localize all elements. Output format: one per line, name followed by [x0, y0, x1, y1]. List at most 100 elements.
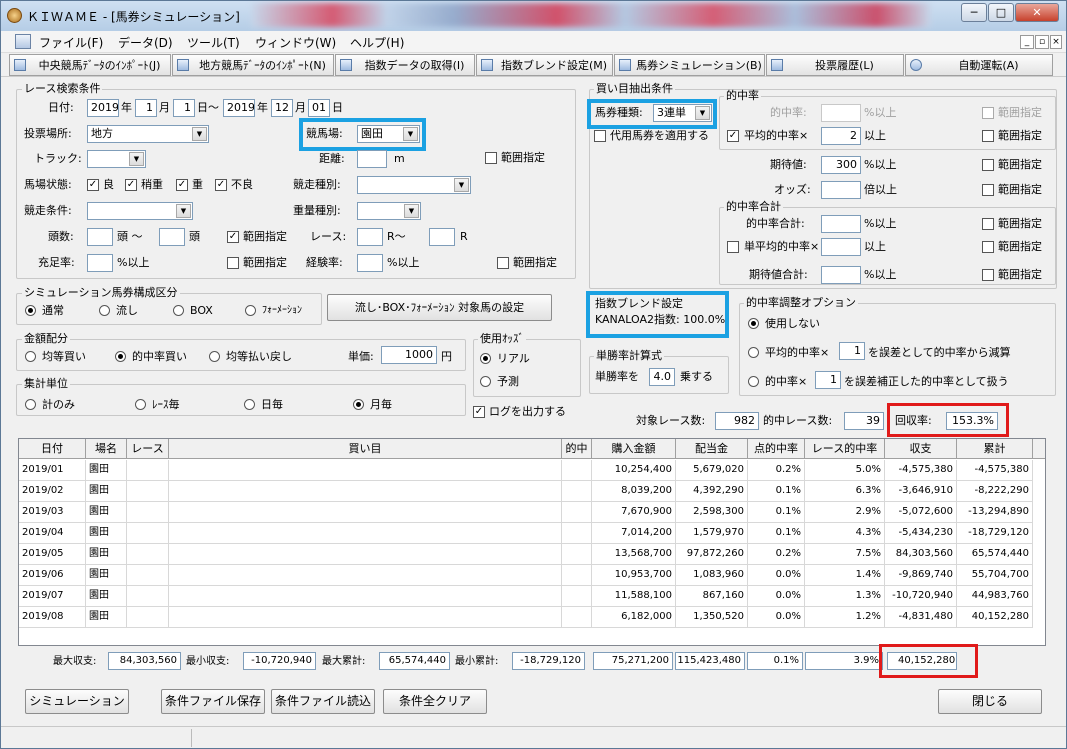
sim-nagashi-radio[interactable] — [99, 305, 110, 316]
mdi-restore-button[interactable]: ▫ — [1035, 35, 1049, 49]
heads-from-input[interactable] — [87, 228, 113, 246]
table-row[interactable]: 2019/04 園田 7,014,200 1,579,970 0.1% 4.3% -5,43… — [19, 523, 1033, 544]
condition-slightly-heavy-checkbox[interactable]: ✓ — [125, 179, 137, 191]
distance-range-checkbox[interactable] — [485, 152, 497, 164]
avg-hit-rate-input[interactable]: 2 — [821, 127, 861, 145]
table-row[interactable]: 2019/08 園田 6,182,000 1,350,520 0.0% 1.2% -4,83… — [19, 607, 1033, 628]
heads-to-input[interactable] — [159, 228, 185, 246]
substitute-ticket-checkbox[interactable] — [594, 130, 606, 142]
import-local-button[interactable]: 地方競馬ﾃﾞｰﾀのｲﾝﾎﾟｰﾄ(N) — [172, 54, 334, 76]
target-horse-settings-button[interactable]: 流し･BOX･ﾌｫｰﾒｰｼｮﾝ 対象馬の設定 — [327, 294, 552, 321]
race-to-input[interactable] — [429, 228, 455, 246]
auto-run-button[interactable]: 自動運転(A) — [905, 54, 1053, 76]
condition-heavy-checkbox[interactable]: ✓ — [176, 179, 188, 191]
table-row[interactable]: 2019/06 園田 10,953,700 1,083,960 0.0% 1.4% -9,8… — [19, 565, 1033, 586]
experience-range-checkbox[interactable] — [497, 257, 509, 269]
col-venue[interactable]: 場名 — [86, 439, 127, 459]
single-avg-range-checkbox[interactable] — [982, 241, 994, 253]
close-window-button[interactable]: ✕ — [1015, 3, 1059, 22]
sim-box-radio[interactable] — [173, 305, 184, 316]
track-name-select[interactable]: 園田 ▼ — [357, 125, 420, 143]
hit-rate-input[interactable] — [821, 104, 861, 122]
expected-total-range-checkbox[interactable] — [982, 269, 994, 281]
to-year-input[interactable]: 2019 — [223, 99, 255, 117]
heads-range-checkbox[interactable]: ✓ — [227, 231, 239, 243]
menu-data[interactable]: データ(D) — [118, 34, 173, 51]
agg-total-radio[interactable] — [25, 399, 36, 410]
vote-history-button[interactable]: 投票履歴(L) — [766, 54, 904, 76]
adjust-correct-input[interactable]: 1 — [815, 371, 841, 389]
track-select[interactable]: ▼ — [87, 150, 146, 168]
blend-settings-button[interactable]: 指数ブレンド設定(M) — [476, 54, 613, 76]
money-hitrate-radio[interactable] — [115, 351, 126, 362]
col-cumulative[interactable]: 累計 — [957, 439, 1033, 459]
weight-type-select[interactable]: ▼ — [357, 202, 421, 220]
single-calc-input[interactable]: 4.0 — [649, 368, 675, 386]
avg-hit-rate-checkbox[interactable]: ✓ — [727, 130, 739, 142]
save-conditions-button[interactable]: 条件ファイル保存 — [161, 689, 265, 714]
distance-input[interactable] — [357, 150, 387, 168]
col-bets[interactable]: 買い目 — [169, 439, 562, 459]
col-balance[interactable]: 収支 — [885, 439, 957, 459]
agg-day-radio[interactable] — [244, 399, 255, 410]
results-table[interactable]: 日付 場名 レース 買い目 的中 購入金額 配当金 点的中率 レース的中率 収支… — [18, 438, 1046, 646]
to-day-input[interactable]: 01 — [308, 99, 330, 117]
to-month-input[interactable]: 12 — [271, 99, 293, 117]
table-row[interactable]: 2019/07 園田 11,588,100 867,160 0.0% 1.3% -10,72… — [19, 586, 1033, 607]
adjust-subtract-radio[interactable] — [748, 347, 759, 358]
expected-value-input[interactable]: 300 — [821, 156, 861, 174]
adjust-none-radio[interactable] — [748, 318, 759, 329]
agg-race-radio[interactable] — [135, 399, 146, 410]
experience-input[interactable] — [357, 254, 383, 272]
odds-predict-radio[interactable] — [480, 376, 491, 387]
bet-simulation-button[interactable]: 馬券シミュレーション(B) — [614, 54, 765, 76]
simulate-button[interactable]: シミュレーション — [25, 689, 129, 714]
avg-hit-range-checkbox[interactable] — [982, 130, 994, 142]
menu-window[interactable]: ウィンドウ(W) — [255, 34, 336, 51]
odds-range-checkbox[interactable] — [982, 184, 994, 196]
close-button[interactable]: 閉じる — [938, 689, 1042, 714]
hit-total-input[interactable] — [821, 215, 861, 233]
col-race[interactable]: レース — [127, 439, 169, 459]
money-payout-radio[interactable] — [209, 351, 220, 362]
sim-normal-radio[interactable] — [25, 305, 36, 316]
menu-help[interactable]: ヘルプ(H) — [350, 34, 404, 51]
load-conditions-button[interactable]: 条件ファイル読込 — [271, 689, 375, 714]
maximize-button[interactable]: □ — [988, 3, 1014, 22]
col-purchase[interactable]: 購入金額 — [592, 439, 676, 459]
fill-range-checkbox[interactable] — [227, 257, 239, 269]
menu-file[interactable]: ファイル(F) — [39, 34, 103, 51]
mdi-minimize-button[interactable]: _ — [1020, 35, 1034, 49]
table-row[interactable]: 2019/03 園田 7,670,900 2,598,300 0.1% 2.9% -5,07… — [19, 502, 1033, 523]
single-avg-checkbox[interactable] — [727, 241, 739, 253]
race-condition-select[interactable]: ▼ — [87, 202, 193, 220]
table-row[interactable]: 2019/02 園田 8,039,200 4,392,290 0.1% 6.3% -3,64… — [19, 481, 1033, 502]
single-avg-input[interactable] — [821, 238, 861, 256]
fetch-index-button[interactable]: 指数データの取得(I) — [335, 54, 475, 76]
col-point-rate[interactable]: 点的中率 — [748, 439, 805, 459]
race-type-select[interactable]: ▼ — [357, 176, 471, 194]
condition-bad-checkbox[interactable]: ✓ — [215, 179, 227, 191]
clear-conditions-button[interactable]: 条件全クリア — [383, 689, 487, 714]
ticket-type-select[interactable]: 3連単 ▼ — [653, 104, 712, 122]
adjust-subtract-input[interactable]: 1 — [839, 342, 865, 360]
race-from-input[interactable] — [357, 228, 383, 246]
agg-month-radio[interactable] — [353, 399, 364, 410]
col-race-rate[interactable]: レース的中率 — [805, 439, 885, 459]
odds-real-radio[interactable] — [480, 353, 491, 364]
menu-tools[interactable]: ツール(T) — [187, 34, 240, 51]
table-row[interactable]: 2019/05 園田 13,568,700 97,872,260 0.2% 7.5% 84,… — [19, 544, 1033, 565]
from-day-input[interactable]: 1 — [173, 99, 195, 117]
sim-formation-radio[interactable] — [245, 305, 256, 316]
minimize-button[interactable]: ─ — [961, 3, 987, 22]
col-payout[interactable]: 配当金 — [676, 439, 748, 459]
from-month-input[interactable]: 1 — [135, 99, 157, 117]
col-date[interactable]: 日付 — [19, 439, 86, 459]
output-log-checkbox[interactable]: ✓ — [473, 406, 485, 418]
money-equal-radio[interactable] — [25, 351, 36, 362]
unit-price-input[interactable]: 1000 — [381, 346, 437, 364]
from-year-input[interactable]: 2019 — [87, 99, 119, 117]
col-hit[interactable]: 的中 — [562, 439, 592, 459]
import-central-button[interactable]: 中央競馬ﾃﾞｰﾀのｲﾝﾎﾟｰﾄ(J) — [9, 54, 171, 76]
fill-rate-input[interactable] — [87, 254, 113, 272]
